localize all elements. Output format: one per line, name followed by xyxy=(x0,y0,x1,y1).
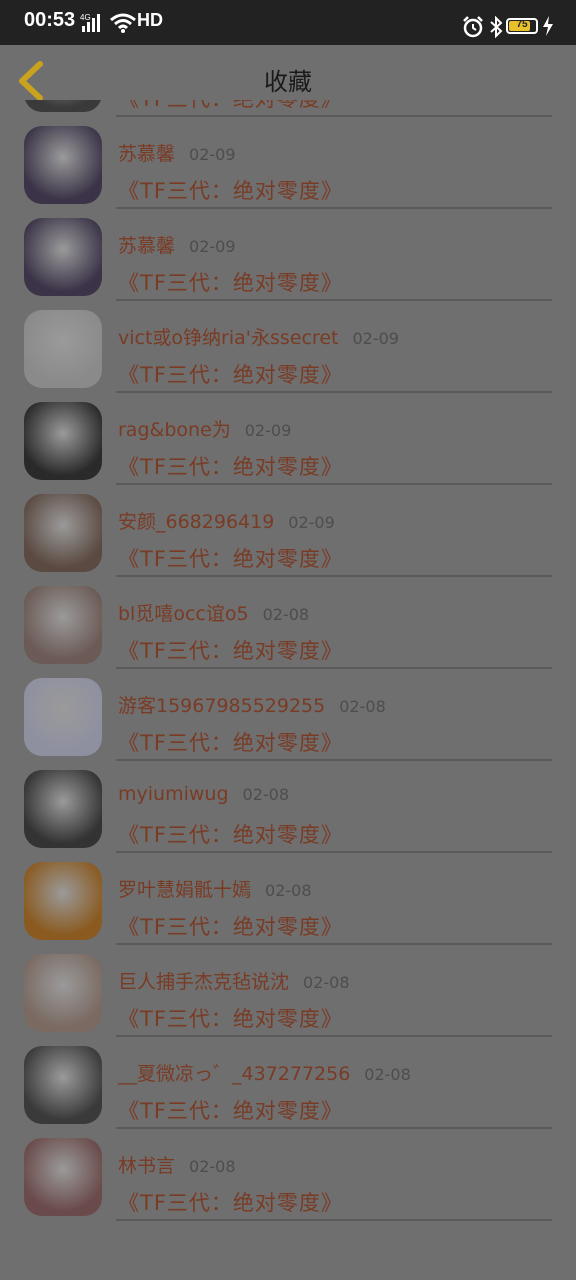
avatar[interactable] xyxy=(24,1138,102,1216)
list-item[interactable]: 巨人捕手杰克毡说沈 02-08 《TF三代：绝对零度》 xyxy=(0,945,576,1037)
post-date: 02-09 xyxy=(352,329,399,348)
post-title-link[interactable]: 《TF三代：绝对零度》 xyxy=(118,100,343,113)
post-title-link[interactable]: 《TF三代：绝对零度》 xyxy=(118,175,343,205)
avatar[interactable] xyxy=(24,1046,102,1124)
post-date: 02-09 xyxy=(189,145,236,164)
avatar[interactable] xyxy=(24,494,102,572)
username: 林书言 02-08 xyxy=(118,1155,236,1177)
favorites-list[interactable]: apph现在0m终e其他配件02-09《TF三代：绝对零度》苏慕馨02-09 《T… xyxy=(0,100,576,1280)
avatar[interactable] xyxy=(24,310,102,388)
post-date: 02-08 xyxy=(189,1157,236,1176)
post-date: 02-09 xyxy=(244,421,292,440)
hd-label: HD xyxy=(137,10,163,30)
post-title-link[interactable]: 《TF三代：绝对零度》 xyxy=(118,267,343,297)
bluetooth-icon xyxy=(490,16,503,38)
post-date: 02-09 xyxy=(189,237,236,256)
post-title-link[interactable]: 《TF三代：绝对零度》 xyxy=(118,1187,343,1217)
status-time: 00:53 xyxy=(24,9,76,31)
charging-icon xyxy=(543,16,553,36)
list-item[interactable]: __夏微凉っ゛_437277256 02-08 《TF三代：绝对零度》 xyxy=(0,1037,576,1129)
post-date: 02-09 xyxy=(288,513,335,532)
username: 苏慕馨 02-09 xyxy=(118,235,236,257)
list-item[interactable]: myiumiwug 02-08 《TF三代：绝对零度》 xyxy=(0,761,576,853)
post-date: 02-08 xyxy=(242,785,290,804)
cellular-signal-icon: 4G xyxy=(80,13,100,32)
list-item[interactable]: vict或o铮纳ria'永ssecret 02-09 《TF三代：绝对零度》 xyxy=(0,301,576,393)
battery-icon: 75 xyxy=(506,18,538,34)
username: bl觅嘻occ谊o5 02-08 xyxy=(118,603,310,625)
post-date: 02-08 xyxy=(339,697,386,716)
username: rag&bone为 02-09 xyxy=(118,419,292,441)
post-title-link[interactable]: 《TF三代：绝对零度》 xyxy=(118,543,343,573)
avatar[interactable] xyxy=(24,586,102,664)
post-title-link[interactable]: 《TF三代：绝对零度》 xyxy=(118,635,343,665)
avatar[interactable] xyxy=(24,126,102,204)
avatar[interactable] xyxy=(24,770,102,848)
status-bar: 00:53 4G HD 75 xyxy=(0,0,576,45)
post-title-link[interactable]: 《TF三代：绝对零度》 xyxy=(118,1095,343,1125)
username: 罗叶慧娟骶十嫣 02-08 xyxy=(118,879,312,901)
post-title-link[interactable]: 《TF三代：绝对零度》 xyxy=(118,359,343,389)
post-date: 02-08 xyxy=(265,881,312,900)
battery-level: 75 xyxy=(516,19,528,30)
username: 苏慕馨 02-09 xyxy=(118,143,236,165)
list-item[interactable]: 林书言 02-08 《TF三代：绝对零度》 xyxy=(0,1129,576,1221)
post-title-link[interactable]: 《TF三代：绝对零度》 xyxy=(118,819,343,849)
username: 巨人捕手杰克毡说沈 02-08 xyxy=(118,971,350,993)
avatar[interactable] xyxy=(24,218,102,296)
divider xyxy=(116,1219,552,1221)
post-title-link[interactable]: 《TF三代：绝对零度》 xyxy=(118,1003,343,1033)
page-title: 收藏 xyxy=(264,68,312,96)
network-type: 4G xyxy=(80,13,91,22)
list-item[interactable]: 苏慕馨 02-09 《TF三代：绝对零度》 xyxy=(0,209,576,301)
list-item[interactable]: bl觅嘻occ谊o5 02-08 《TF三代：绝对零度》 xyxy=(0,577,576,669)
list-item[interactable]: 苏慕馨 02-09 《TF三代：绝对零度》 xyxy=(0,117,576,209)
list-item[interactable]: 罗叶慧娟骶十嫣 02-08 《TF三代：绝对零度》 xyxy=(0,853,576,945)
username: myiumiwug 02-08 xyxy=(118,783,290,805)
avatar[interactable] xyxy=(24,954,102,1032)
list-item[interactable]: 安颜_668296419 02-09 《TF三代：绝对零度》 xyxy=(0,485,576,577)
username: __夏微凉っ゛_437277256 02-08 xyxy=(118,1063,411,1085)
avatar[interactable] xyxy=(24,100,102,112)
post-date: 02-08 xyxy=(262,605,310,624)
post-title-link[interactable]: 《TF三代：绝对零度》 xyxy=(118,451,343,481)
post-title-link[interactable]: 《TF三代：绝对零度》 xyxy=(118,911,343,941)
avatar[interactable] xyxy=(24,862,102,940)
username: vict或o铮纳ria'永ssecret 02-09 xyxy=(118,327,399,349)
username: 安颜_668296419 02-09 xyxy=(118,511,335,533)
alarm-icon xyxy=(463,16,483,38)
post-title-link[interactable]: 《TF三代：绝对零度》 xyxy=(118,727,343,757)
avatar[interactable] xyxy=(24,402,102,480)
username: 游客15967985529255 02-08 xyxy=(118,695,386,717)
list-item[interactable]: 游客15967985529255 02-08 《TF三代：绝对零度》 xyxy=(0,669,576,761)
post-date: 02-08 xyxy=(303,973,350,992)
wifi-icon xyxy=(110,13,136,33)
post-date: 02-08 xyxy=(364,1065,411,1084)
avatar[interactable] xyxy=(24,678,102,756)
list-item[interactable]: rag&bone为 02-09 《TF三代：绝对零度》 xyxy=(0,393,576,485)
list-item[interactable]: apph现在0m终e其他配件02-09《TF三代：绝对零度》 xyxy=(0,100,576,117)
